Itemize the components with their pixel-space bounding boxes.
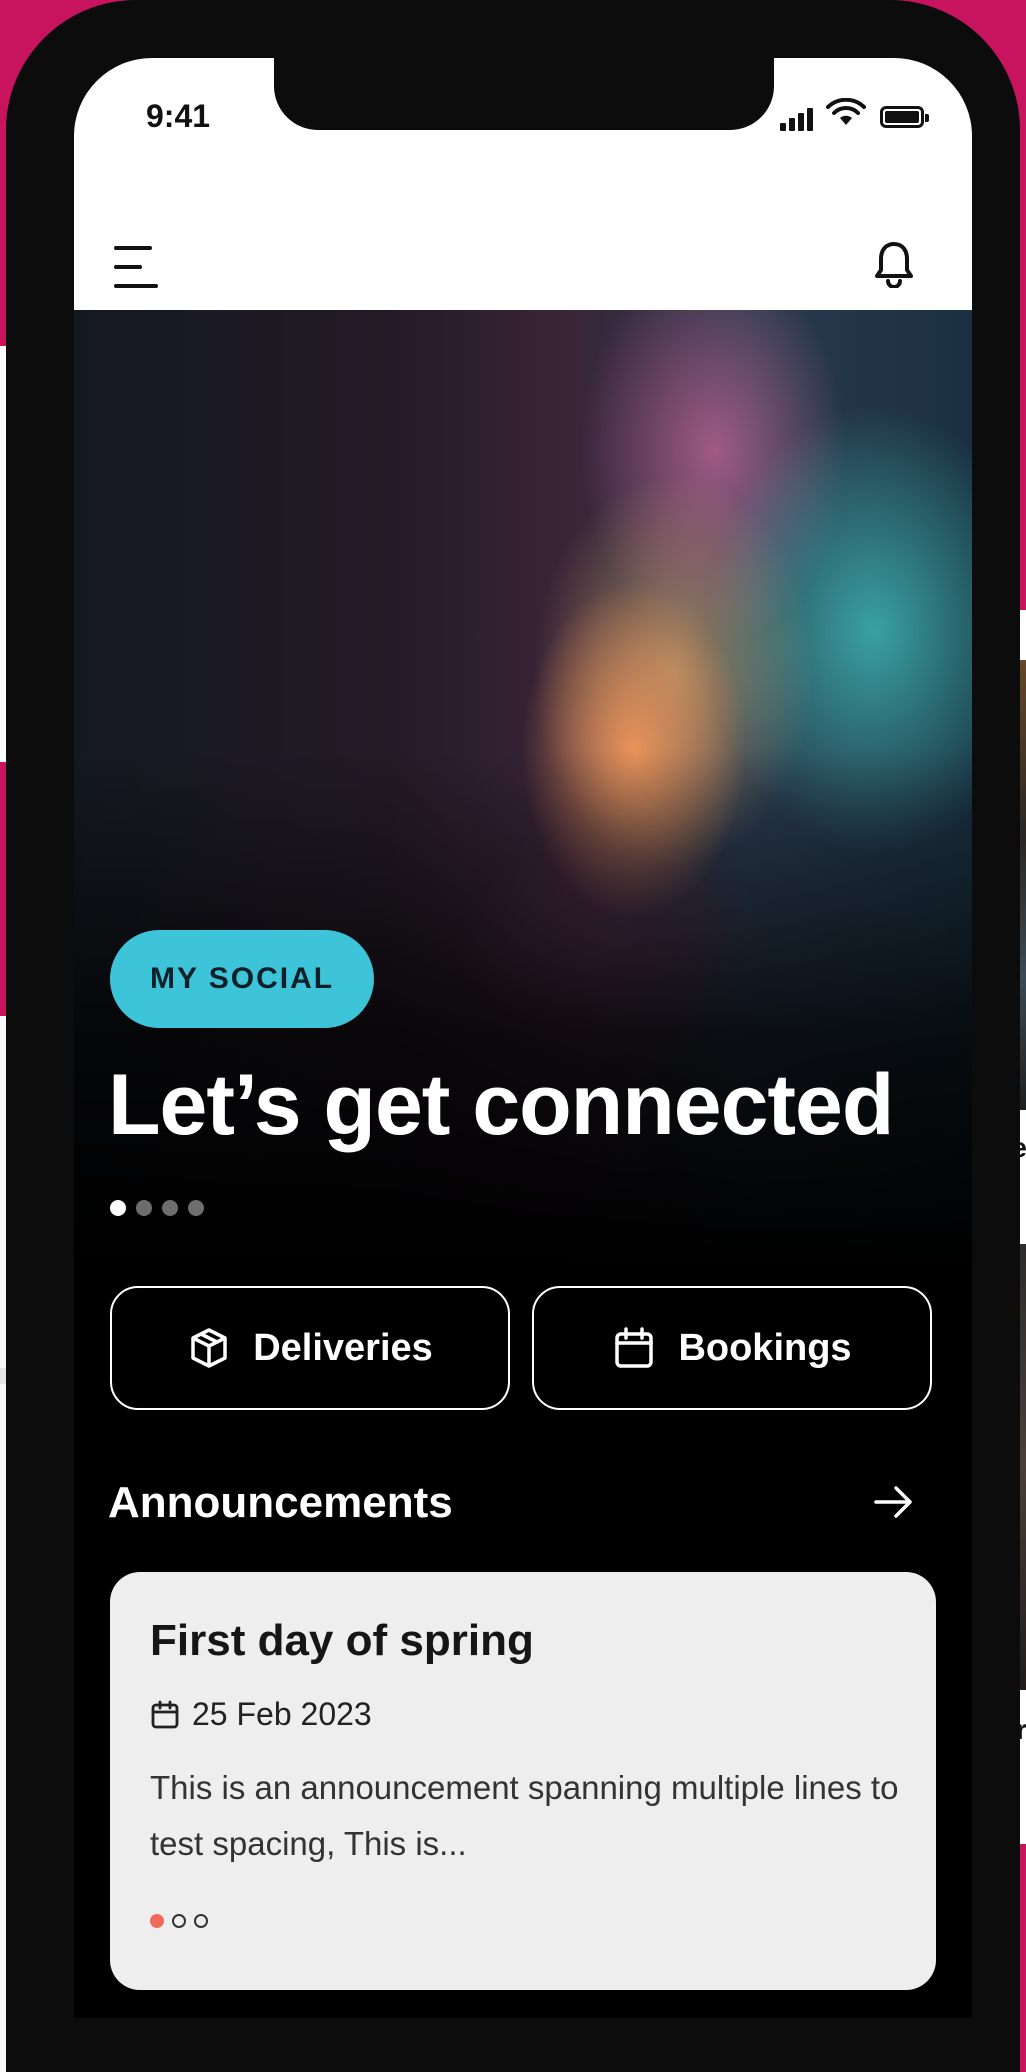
status-time: 9:41 [146, 98, 211, 134]
pager-dot[interactable] [194, 1914, 208, 1928]
announcement-title: First day of spring [150, 1616, 534, 1665]
calendar-icon [151, 1700, 179, 1728]
wifi-icon [826, 98, 866, 125]
hero-title: Let’s get connected [108, 1057, 894, 1153]
carousel-dot[interactable] [162, 1200, 178, 1216]
arrow-right-icon[interactable] [874, 1484, 914, 1520]
notch [274, 58, 774, 130]
bookings-button[interactable]: Bookings [532, 1286, 932, 1410]
app-bar [74, 168, 972, 310]
bell-icon[interactable] [874, 240, 914, 288]
bookings-label: Bookings [678, 1326, 852, 1369]
hero-carousel-dots[interactable] [110, 1200, 204, 1216]
announcement-pager[interactable] [150, 1914, 208, 1928]
carousel-dot[interactable] [136, 1200, 152, 1216]
pager-dot[interactable] [150, 1914, 164, 1928]
deliveries-label: Deliveries [253, 1326, 433, 1369]
package-icon [191, 1328, 227, 1368]
announcement-body: This is an announcement spanning multipl… [150, 1769, 899, 1862]
calendar-icon [615, 1327, 654, 1368]
announcement-date: 25 Feb 2023 [192, 1696, 372, 1732]
announcements-heading: Announcements [108, 1478, 453, 1527]
status-bar: 9:41 [74, 58, 972, 168]
carousel-dot[interactable] [110, 1200, 126, 1216]
announcement-card[interactable]: First day of spring 25 Feb 2023 This is … [110, 1572, 936, 1990]
phone-frame: 9:41 MY SOCIAL Let’s get connected Deliv… [6, 0, 1020, 2072]
signal-icon [780, 108, 813, 131]
carousel-dot[interactable] [188, 1200, 204, 1216]
category-tag: MY SOCIAL [110, 930, 375, 1028]
battery-icon [880, 106, 929, 128]
deliveries-button[interactable]: Deliveries [110, 1286, 510, 1410]
menu-icon[interactable] [114, 246, 160, 290]
announcement-date-row: 25 Feb 2023 [150, 1696, 372, 1733]
app-screen: 9:41 MY SOCIAL Let’s get connected Deliv… [74, 58, 972, 2018]
pager-dot[interactable] [172, 1914, 186, 1928]
